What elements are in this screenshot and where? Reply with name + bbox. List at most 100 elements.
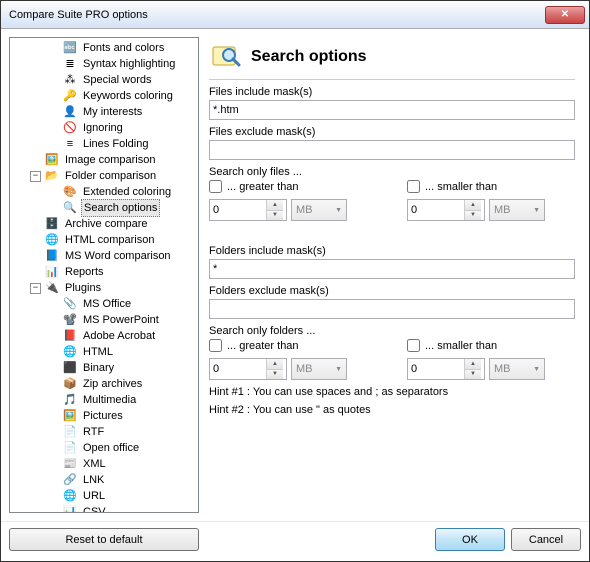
spin-down-icon[interactable]: ▼ <box>464 370 481 380</box>
tree-item-label: XML <box>81 456 108 472</box>
tree-item-icon: 📦 <box>62 376 78 392</box>
tree-item[interactable]: 🚫Ignoring <box>10 120 198 136</box>
folders-smaller-spin[interactable]: ▲▼ <box>407 358 485 380</box>
folders-greater-label: ... greater than <box>227 340 299 352</box>
tree-item-icon: 📰 <box>62 456 78 472</box>
tree-item-icon: 📘 <box>44 248 60 264</box>
files-exclude-input[interactable] <box>209 140 575 160</box>
tree-item-label: Pictures <box>81 408 125 424</box>
divider <box>209 79 575 80</box>
files-greater-spin[interactable]: ▲▼ <box>209 199 287 221</box>
tree-item-label: My interests <box>81 104 144 120</box>
files-greater-unit[interactable]: MB▼ <box>291 199 347 221</box>
tree-item[interactable]: 📊Reports <box>10 264 198 280</box>
content: 🔤Fonts and colors≣Syntax highlighting⁂Sp… <box>1 29 589 521</box>
tree-item[interactable]: 🔗LNK <box>10 472 198 488</box>
files-smaller-value[interactable] <box>408 200 464 220</box>
spin-down-icon[interactable]: ▼ <box>266 211 283 221</box>
tree-item[interactable]: ≡Lines Folding <box>10 136 198 152</box>
tree-item[interactable]: 📽️MS PowerPoint <box>10 312 198 328</box>
files-smaller-spin[interactable]: ▲▼ <box>407 199 485 221</box>
tree-item[interactable]: 📄RTF <box>10 424 198 440</box>
folders-include-input[interactable] <box>209 259 575 279</box>
spin-up-icon[interactable]: ▲ <box>266 359 283 370</box>
folders-exclude-input[interactable] <box>209 299 575 319</box>
files-greater-checkbox[interactable] <box>209 180 222 193</box>
tree-item[interactable]: 📦Zip archives <box>10 376 198 392</box>
tree-item-icon: 📊 <box>62 504 78 513</box>
tree-item[interactable]: 🎨Extended coloring <box>10 184 198 200</box>
titlebar: Compare Suite PRO options ✕ <box>1 1 589 29</box>
files-include-input[interactable] <box>209 100 575 120</box>
files-smaller-checkbox[interactable] <box>407 180 420 193</box>
tree-item-icon: 📄 <box>62 440 78 456</box>
spin-up-icon[interactable]: ▲ <box>266 200 283 211</box>
ok-button[interactable]: OK <box>435 528 505 551</box>
tree-item[interactable]: ⁂Special words <box>10 72 198 88</box>
tree-item[interactable]: 🌐HTML <box>10 344 198 360</box>
panel-title: Search options <box>251 48 367 66</box>
folders-include-label: Folders include mask(s) <box>209 245 575 257</box>
search-options-icon <box>209 41 241 73</box>
spin-down-icon[interactable]: ▼ <box>464 211 481 221</box>
tree-item[interactable]: 🔑Keywords coloring <box>10 88 198 104</box>
tree-item[interactable]: 📊CSV <box>10 504 198 513</box>
tree-item[interactable]: 🌐URL <box>10 488 198 504</box>
folders-smaller-checkbox[interactable] <box>407 339 420 352</box>
tree-item-icon: 🖼️ <box>62 408 78 424</box>
tree-item[interactable]: 🔍Search options <box>10 200 198 216</box>
tree-item-icon: 🎨 <box>62 184 78 200</box>
tree-item-icon: 🖼️ <box>44 152 60 168</box>
tree-item[interactable]: 👤My interests <box>10 104 198 120</box>
tree-item[interactable]: 🌐HTML comparison <box>10 232 198 248</box>
tree-item-label: Adobe Acrobat <box>81 328 157 344</box>
cancel-button[interactable]: Cancel <box>511 528 581 551</box>
folders-greater-value[interactable] <box>210 359 266 379</box>
tree-item-label: RTF <box>81 424 106 440</box>
tree-item[interactable]: 🖼️Pictures <box>10 408 198 424</box>
tree-item[interactable]: ⬛Binary <box>10 360 198 376</box>
chevron-down-icon: ▼ <box>335 366 342 373</box>
chevron-down-icon: ▼ <box>533 366 540 373</box>
tree-item[interactable]: −📂Folder comparison <box>10 168 198 184</box>
tree-item-label: Binary <box>81 360 116 376</box>
files-smaller-label: ... smaller than <box>425 181 497 193</box>
spin-up-icon[interactable]: ▲ <box>464 200 481 211</box>
tree-item[interactable]: 🎵Multimedia <box>10 392 198 408</box>
folders-greater-spin[interactable]: ▲▼ <box>209 358 287 380</box>
tree-item-icon: ⬛ <box>62 360 78 376</box>
folders-smaller-label: ... smaller than <box>425 340 497 352</box>
tree-item[interactable]: 📕Adobe Acrobat <box>10 328 198 344</box>
tree-toggle-icon[interactable]: − <box>30 171 41 182</box>
tree-item-icon: 📊 <box>44 264 60 280</box>
reset-button[interactable]: Reset to default <box>9 528 199 551</box>
spin-up-icon[interactable]: ▲ <box>464 359 481 370</box>
spin-down-icon[interactable]: ▼ <box>266 370 283 380</box>
tree-item-label: Fonts and colors <box>81 40 166 56</box>
tree-item[interactable]: 🖼️Image comparison <box>10 152 198 168</box>
tree-item[interactable]: ≣Syntax highlighting <box>10 56 198 72</box>
window-title: Compare Suite PRO options <box>9 9 545 21</box>
tree-item[interactable]: 📰XML <box>10 456 198 472</box>
tree-item-icon: ⁂ <box>62 72 78 88</box>
tree-item[interactable]: 📘MS Word comparison <box>10 248 198 264</box>
tree-item-label: MS PowerPoint <box>81 312 161 328</box>
close-button[interactable]: ✕ <box>545 6 585 24</box>
tree-item-label: Zip archives <box>81 376 144 392</box>
tree-item[interactable]: 📎MS Office <box>10 296 198 312</box>
panel-header: Search options <box>209 39 575 79</box>
tree-toggle-icon[interactable]: − <box>30 283 41 294</box>
tree-item[interactable]: 🗄️Archive compare <box>10 216 198 232</box>
tree-item-label: Ignoring <box>81 120 125 136</box>
files-smaller-unit[interactable]: MB▼ <box>489 199 545 221</box>
folders-smaller-value[interactable] <box>408 359 464 379</box>
files-greater-value[interactable] <box>210 200 266 220</box>
tree-item[interactable]: 📄Open office <box>10 440 198 456</box>
tree-item[interactable]: −🔌Plugins <box>10 280 198 296</box>
folders-smaller-unit[interactable]: MB▼ <box>489 358 545 380</box>
folders-greater-checkbox[interactable] <box>209 339 222 352</box>
folders-greater-unit[interactable]: MB▼ <box>291 358 347 380</box>
folders-search-label: Search only folders ... <box>209 325 575 337</box>
tree-item[interactable]: 🔤Fonts and colors <box>10 40 198 56</box>
options-tree[interactable]: 🔤Fonts and colors≣Syntax highlighting⁂Sp… <box>9 37 199 513</box>
